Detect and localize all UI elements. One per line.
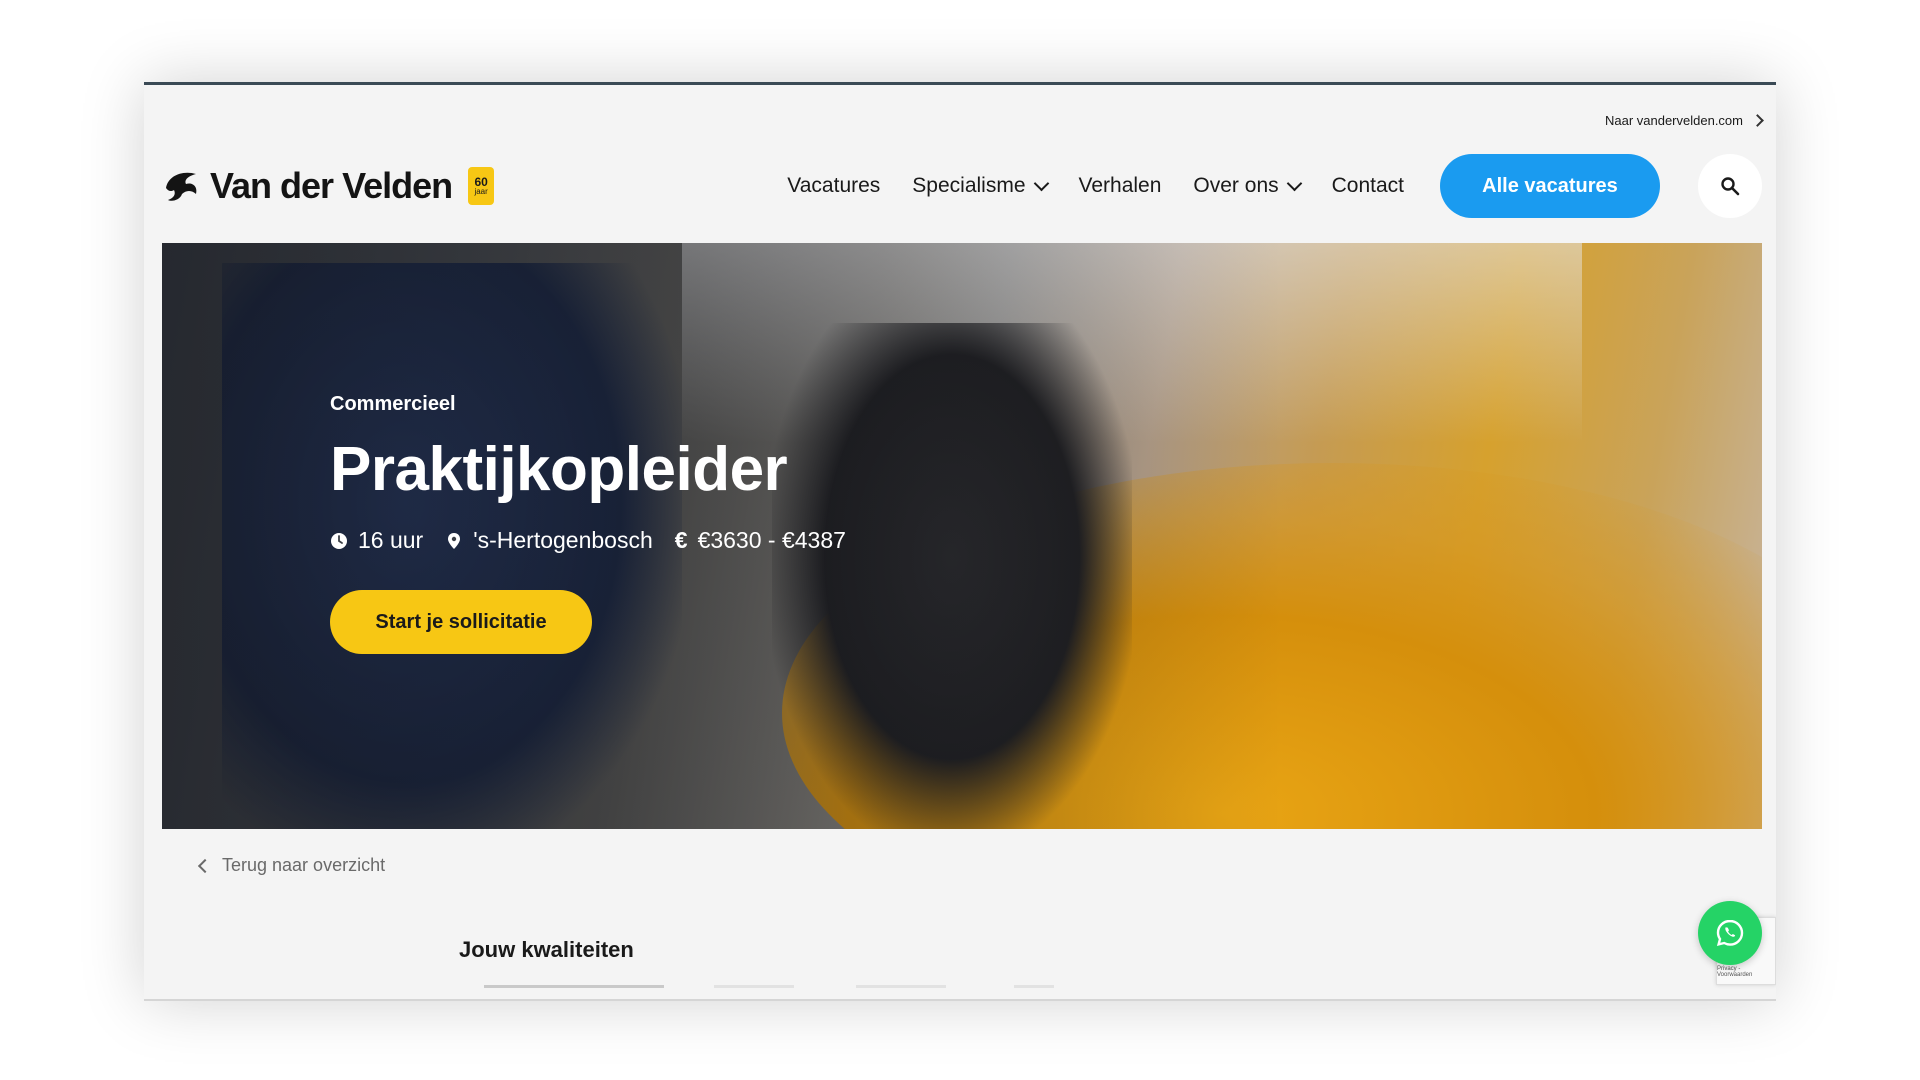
job-hours-value: 16 uur — [358, 527, 424, 553]
job-location: 's-Hertogenbosch — [445, 527, 653, 554]
job-title: Praktijkopleider — [330, 435, 788, 504]
clock-icon — [331, 532, 347, 549]
job-salary-value: €3630 - €4387 — [697, 527, 846, 553]
nav-item-contact[interactable]: Contact — [1332, 174, 1404, 198]
nav-item-label: Contact — [1331, 174, 1404, 197]
back-link-label: Terug naar overzicht — [222, 855, 386, 875]
main-nav: Vacatures Specialisme Verhalen Over ons … — [787, 154, 1660, 218]
section-divider — [484, 985, 1184, 988]
nav-item-specialisme[interactable]: Specialisme — [912, 174, 1049, 198]
hero-content: Commercieel Praktijkopleider 16 uur 's-H… — [330, 393, 846, 654]
top-link-label: Naar vandervelden.com — [1604, 113, 1743, 128]
badge-word: jaar — [474, 187, 488, 196]
viewport-bottom-edge — [144, 999, 1776, 1001]
whatsapp-icon — [1716, 919, 1744, 947]
job-category: Commercieel — [330, 393, 456, 415]
site-header: Van der Velden 60 jaar Vacatures Special… — [162, 153, 1762, 219]
job-location-value: 's-Hertogenbosch — [473, 527, 653, 553]
apply-button[interactable]: Start je sollicitatie — [330, 590, 592, 654]
euro-icon: € — [674, 527, 688, 553]
chevron-left-icon — [197, 858, 213, 873]
job-salary: € €3630 - €4387 — [675, 527, 846, 554]
search-button[interactable] — [1698, 154, 1762, 218]
logo-text: Van der Velden — [210, 165, 453, 206]
nav-item-label: Over ons — [1193, 174, 1279, 197]
job-hours: 16 uur — [330, 527, 423, 554]
logo[interactable]: Van der Velden 60 jaar — [162, 165, 495, 207]
chevron-down-icon — [1286, 175, 1302, 191]
chevron-right-icon — [1751, 114, 1764, 127]
browser-viewport: Naar vandervelden.com Van der Velden 60 … — [144, 82, 1776, 1001]
nav-item-label: Verhalen — [1078, 174, 1162, 197]
nav-item-vacatures[interactable]: Vacatures — [787, 174, 880, 198]
search-icon — [1721, 177, 1740, 196]
top-link-vandervelden[interactable]: Naar vandervelden.com — [1604, 113, 1764, 128]
all-vacancies-button[interactable]: Alle vacatures — [1440, 154, 1660, 218]
job-meta: 16 uur 's-Hertogenbosch € €3630 - €4387 — [330, 527, 846, 554]
section-title: Jouw kwaliteiten — [459, 937, 634, 962]
anniversary-badge: 60 jaar — [468, 167, 495, 205]
chevron-down-icon — [1033, 175, 1049, 191]
nav-item-verhalen[interactable]: Verhalen — [1079, 174, 1162, 198]
nav-item-over-ons[interactable]: Over ons — [1193, 174, 1302, 198]
logo-icon — [166, 172, 197, 201]
back-to-overview-link[interactable]: Terug naar overzicht — [197, 855, 386, 876]
whatsapp-button[interactable] — [1698, 901, 1762, 965]
pin-icon — [448, 532, 461, 549]
nav-item-label: Specialisme — [912, 174, 1026, 197]
recaptcha-text: Privacy - Voorwaarden — [1717, 966, 1753, 978]
nav-item-label: Vacatures — [787, 174, 881, 197]
hero-banner: Commercieel Praktijkopleider 16 uur 's-H… — [162, 243, 1762, 829]
